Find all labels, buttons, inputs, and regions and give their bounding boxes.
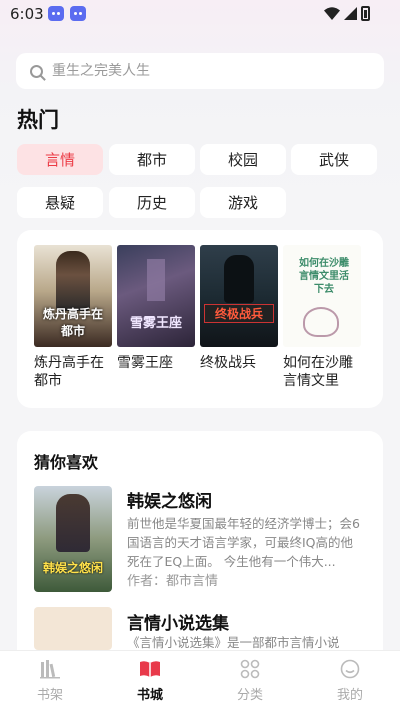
book-title: 终极战兵 [200,355,256,371]
item-description: 前世他是华夏国最年轻的经济学博士；会6国语言的天才语言学家，可最终IQ高的他死在… [127,516,360,569]
game-controller-icon [48,6,64,21]
book-item[interactable]: 炼丹高手在都市 炼丹高手在都市 [34,245,114,390]
tag-urban[interactable]: 都市 [109,144,195,175]
battery-icon [361,6,370,21]
item-description: 《言情小说选集》是一部都市言情小说 [127,636,340,650]
tag-history[interactable]: 历史 [109,187,195,218]
search-input[interactable] [52,63,352,79]
tab-bookstore[interactable]: 书城 [100,651,200,711]
book-item[interactable]: 如何在沙雕言情文里活下去 如何在沙雕言情文里 [283,245,363,390]
wifi-icon [324,7,340,20]
profile-icon [340,659,360,679]
book-cover: 雪雾王座 [117,245,195,347]
tag-romance[interactable]: 言情 [17,144,103,175]
category-icon [240,659,260,679]
book-item[interactable]: 雪雾王座 雪雾王座 [117,245,197,372]
item-cover [34,607,112,650]
search-icon [30,64,43,78]
book-cover: 如何在沙雕言情文里活下去 [283,245,361,347]
book-title: 如何在沙雕言情文里 [283,355,353,389]
bottom-tab-bar: 书架 书城 分类 我的 [0,650,400,711]
tag-mystery[interactable]: 悬疑 [17,187,103,218]
tag-game[interactable]: 游戏 [200,187,286,218]
tag-wuxia[interactable]: 武侠 [291,144,377,175]
bookshelf-icon [40,660,60,679]
tab-category[interactable]: 分类 [200,651,300,711]
search-bar[interactable] [16,53,384,89]
tab-profile[interactable]: 我的 [300,651,400,711]
book-cover: 终极战兵 [200,245,278,347]
status-time: 6:03 [10,5,44,23]
tab-bookshelf[interactable]: 书架 [0,651,100,711]
book-title: 炼丹高手在都市 [34,355,104,389]
signal-icon [344,7,357,20]
item-title: 韩娱之悠闲 [127,492,212,512]
book-cover: 炼丹高手在都市 [34,245,112,347]
status-indicators [324,6,370,21]
book-open-icon [140,661,160,677]
section-title-hot: 热门 [17,108,59,132]
section-title-recommend: 猜你喜欢 [34,453,99,472]
item-cover: 韩娱之悠闲 [34,486,112,592]
item-author: 作者：都市言情 [127,574,219,589]
item-title: 言情小说选集 [127,614,229,634]
tag-campus[interactable]: 校园 [200,144,286,175]
book-title: 雪雾王座 [117,355,173,371]
book-item[interactable]: 终极战兵 终极战兵 [200,245,280,372]
status-bar: 6:03 [0,0,400,28]
game-controller-icon [70,6,86,21]
